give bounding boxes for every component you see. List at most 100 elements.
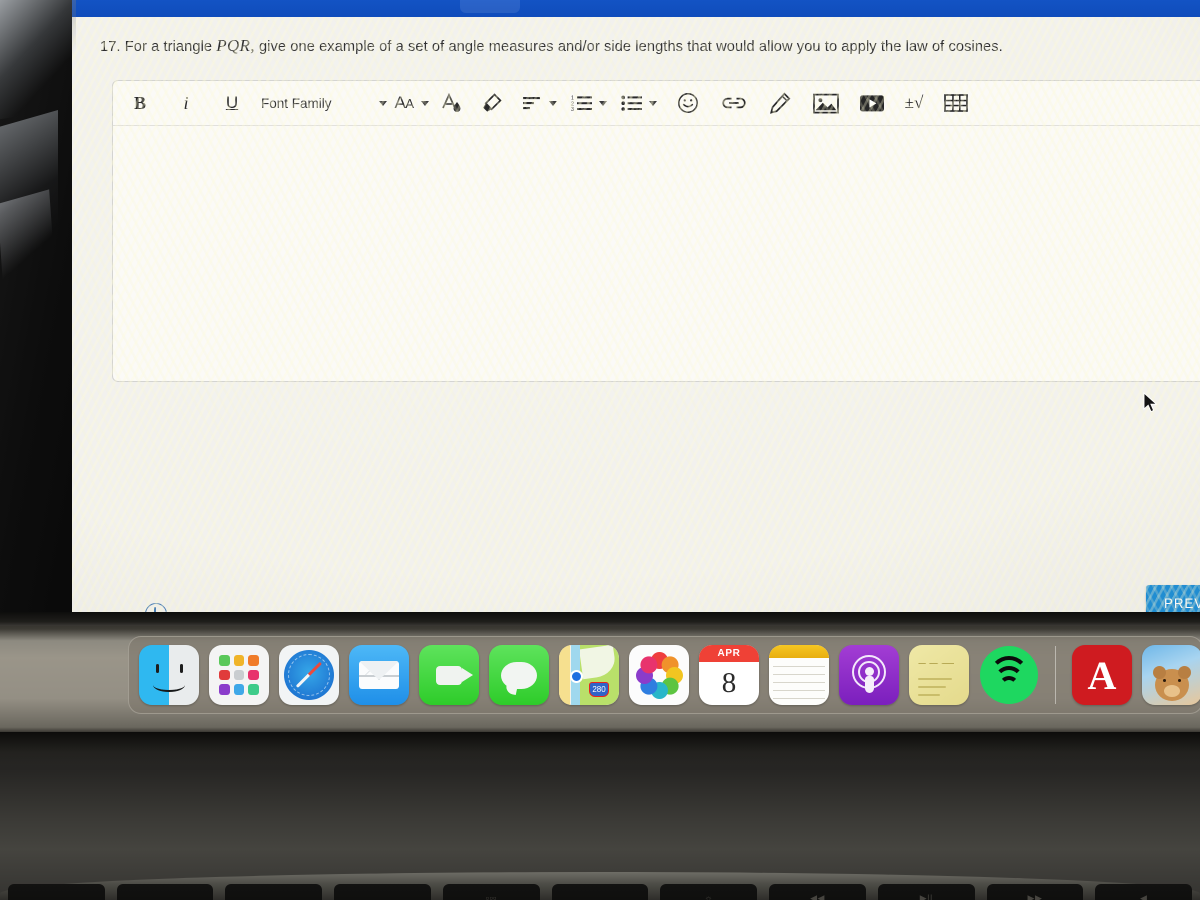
spotify-wave	[999, 676, 1019, 696]
svg-text:3: 3	[571, 107, 574, 112]
underline-button[interactable]: U	[219, 87, 245, 119]
browser-tab[interactable]	[460, 0, 520, 13]
bear-eye-right	[1178, 679, 1181, 682]
text-color-button[interactable]	[439, 87, 465, 119]
safari-needle-red	[307, 661, 323, 677]
notes-line	[773, 690, 825, 691]
calendar-day: 8	[721, 667, 737, 699]
numbered-list-chevron-down-icon[interactable]	[599, 100, 607, 106]
image-button[interactable]	[813, 87, 839, 119]
messages-bubble	[501, 661, 537, 689]
dock-item-photos[interactable]	[629, 645, 689, 705]
link-button[interactable]	[721, 87, 747, 119]
webpage-content: 17. For a triangle PQR, give one example…	[54, 17, 1200, 622]
font-size-button[interactable]: AA	[391, 87, 417, 119]
launchpad-cell	[248, 669, 259, 681]
stickies-line	[918, 686, 946, 689]
math-button[interactable]: ±√	[901, 87, 927, 119]
keyboard-key[interactable]: ◀	[1095, 884, 1193, 900]
dock-item-stickies[interactable]	[909, 645, 969, 705]
mouse-cursor	[1143, 392, 1158, 413]
rich-text-editor: B i U Font Family AA 1 2 3 ±√	[112, 80, 1200, 382]
browser-chrome-bar	[60, 0, 1200, 17]
finder-eye-left	[156, 664, 159, 673]
keyboard-key[interactable]	[8, 884, 105, 900]
italic-button[interactable]: i	[173, 87, 199, 119]
bulleted-list-icon	[621, 95, 642, 111]
dock-item-acrobat[interactable]: A	[1072, 645, 1132, 705]
bear-muzzle	[1164, 685, 1180, 697]
facetime-camera	[436, 665, 473, 685]
maps-location-pin	[570, 670, 583, 683]
table-button[interactable]	[943, 87, 969, 119]
keyboard-key[interactable]: ☼	[660, 884, 758, 900]
highlight-button[interactable]	[479, 87, 505, 119]
dock-item-finder[interactable]	[139, 645, 199, 705]
dock-item-spotify[interactable]	[979, 645, 1039, 705]
smiley-icon	[678, 93, 698, 113]
dock-item-bear-photo[interactable]	[1142, 645, 1200, 705]
notes-line	[773, 674, 825, 675]
bold-button[interactable]: B	[127, 87, 153, 119]
notes-header	[769, 645, 829, 658]
video-button[interactable]	[859, 87, 885, 119]
keyboard-key-rewind[interactable]: ◀◀	[769, 884, 866, 900]
question-number: 17.	[100, 39, 121, 55]
mail-flap	[359, 661, 399, 680]
keyboard-key[interactable]	[551, 884, 649, 900]
align-chevron-down-icon[interactable]	[549, 100, 557, 106]
bullet-list-button[interactable]	[619, 87, 645, 119]
launchpad-cell	[219, 684, 230, 695]
finder-smile	[153, 678, 185, 692]
laptop-screen: 17. For a triangle PQR, give one example…	[44, 0, 1200, 622]
numbered-list-button[interactable]: 1 2 3	[569, 87, 595, 119]
question-text-after: give one example of a set of angle measu…	[258, 39, 1003, 55]
dock-item-maps[interactable]: 280	[559, 645, 619, 705]
editor-text-area[interactable]	[113, 126, 1200, 381]
emoji-button[interactable]	[675, 87, 701, 119]
maps-highway-badge: 280	[589, 682, 609, 697]
align-button[interactable]	[519, 87, 545, 119]
launchpad-cell	[233, 655, 245, 666]
stickies-line	[918, 694, 940, 697]
draw-button[interactable]	[767, 87, 793, 119]
font-family-chevron-down-icon[interactable]	[379, 100, 387, 106]
dock-item-mail[interactable]	[349, 645, 409, 705]
pencil-icon	[770, 92, 791, 114]
launchpad-cell	[219, 655, 230, 666]
mail-envelope	[359, 661, 399, 689]
screen-bottom-bezel	[0, 612, 1200, 626]
keyboard-key[interactable]: ▫▫▫	[442, 884, 540, 900]
podcast-mic-body	[864, 676, 874, 693]
dock-item-messages[interactable]	[489, 645, 549, 705]
keyboard-key[interactable]	[116, 884, 214, 900]
dock-item-calendar[interactable]: APR 8	[699, 645, 759, 705]
keyboard-key-fastforward[interactable]: ▶▶	[986, 884, 1084, 900]
text-color-icon	[442, 92, 461, 112]
notes-line	[773, 666, 825, 667]
dock-item-safari[interactable]	[279, 645, 339, 705]
link-icon	[722, 97, 746, 109]
launchpad-cell	[219, 669, 230, 681]
dock-separator	[1055, 646, 1056, 704]
dock-item-facetime[interactable]	[419, 645, 479, 705]
dock-item-notes[interactable]	[769, 645, 829, 705]
launchpad-cell	[248, 655, 259, 666]
editor-toolbar: B i U Font Family AA 1 2 3 ±√	[113, 81, 1200, 126]
bezel-reflection	[0, 0, 76, 121]
keyboard-function-row: ▫▫▫ ☼ ◀◀ ▶|| ▶▶ ◀	[0, 884, 1200, 900]
dock-item-podcasts[interactable]	[839, 645, 899, 705]
dock-item-launchpad[interactable]	[209, 645, 269, 705]
keyboard-key[interactable]	[225, 884, 323, 900]
stickies-line	[918, 678, 952, 681]
keyboard-key[interactable]	[334, 884, 431, 900]
acrobat-glyph: A	[1087, 652, 1117, 698]
safari-needle-white	[295, 673, 311, 689]
font-family-select[interactable]: Font Family	[255, 87, 373, 119]
bezel-reflection	[0, 189, 55, 283]
keyboard-key-playpause[interactable]: ▶||	[877, 884, 975, 900]
font-size-chevron-down-icon[interactable]	[421, 100, 429, 106]
image-icon	[813, 93, 839, 113]
bear-head	[1153, 666, 1191, 701]
bullet-list-chevron-down-icon[interactable]	[649, 100, 657, 106]
